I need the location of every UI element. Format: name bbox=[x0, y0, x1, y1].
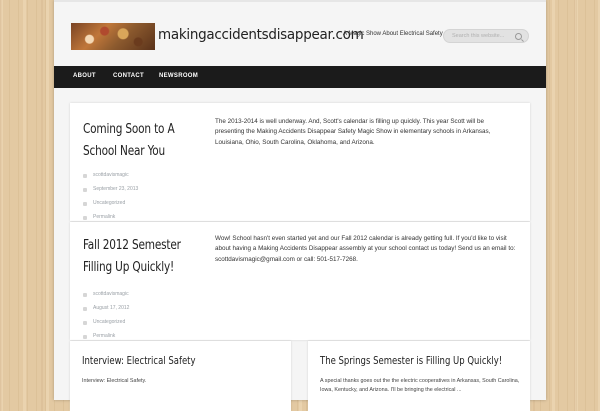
date-link[interactable]: September 23, 2013 bbox=[93, 186, 138, 192]
author-link[interactable]: scottdavismagic bbox=[93, 291, 129, 297]
post-title[interactable]: Interview: Electrical Safety bbox=[82, 355, 196, 367]
calendar-icon bbox=[83, 307, 87, 311]
category-link[interactable]: Uncategorized bbox=[93, 200, 125, 206]
site-header: makingaccidentsdisappear.com A Magic Sho… bbox=[54, 0, 546, 68]
post-title-line[interactable]: Coming Soon to A bbox=[83, 119, 175, 141]
author-link[interactable]: scottdavismagic bbox=[93, 172, 129, 178]
folder-icon bbox=[83, 321, 87, 325]
post-excerpt: The 2013-2014 is well underway. And, Sco… bbox=[215, 118, 491, 146]
link-icon bbox=[83, 335, 87, 339]
category-link[interactable]: Uncategorized bbox=[93, 319, 125, 325]
user-icon bbox=[83, 293, 87, 297]
post-title[interactable]: Coming Soon to A School Near You bbox=[83, 119, 175, 163]
post-excerpt: Wow! School hasn't even started yet and … bbox=[215, 235, 516, 263]
site-tagline: A Magic Show About Electrical Safety bbox=[343, 31, 443, 37]
search-icon[interactable] bbox=[515, 33, 522, 40]
permalink-link[interactable]: Permalink bbox=[93, 333, 115, 339]
post-card: Fall 2012 Semester Filling Up Quickly! s… bbox=[70, 222, 530, 340]
post-card-small: Interview: Electrical Safety Interview: … bbox=[70, 341, 291, 411]
post-card: Coming Soon to A School Near You scottda… bbox=[70, 103, 530, 221]
post-excerpt: A special thanks goes out the the electr… bbox=[320, 378, 520, 393]
link-icon bbox=[83, 216, 87, 220]
date-link[interactable]: August 17, 2012 bbox=[93, 305, 129, 311]
user-icon bbox=[83, 174, 87, 178]
main-nav: ABOUT CONTACT NEWSROOM bbox=[54, 66, 546, 88]
nav-item-newsroom[interactable]: NEWSROOM bbox=[159, 73, 198, 79]
post-title[interactable]: Fall 2012 Semester Filling Up Quickly! bbox=[83, 235, 181, 279]
post-title-line[interactable]: Fall 2012 Semester bbox=[83, 235, 181, 257]
post-excerpt: Interview: Electrical Safety. bbox=[82, 378, 147, 384]
nav-item-contact[interactable]: CONTACT bbox=[113, 73, 144, 79]
search-input[interactable]: Search this website... bbox=[443, 29, 529, 43]
post-title-line[interactable]: Filling Up Quickly! bbox=[83, 257, 181, 279]
site-title[interactable]: makingaccidentsdisappear.com bbox=[158, 27, 364, 43]
logo-image[interactable] bbox=[71, 23, 155, 50]
permalink-link[interactable]: Permalink bbox=[93, 214, 115, 220]
folder-icon bbox=[83, 202, 87, 206]
post-card-small: The Springs Semester is Filling Up Quick… bbox=[308, 341, 530, 411]
post-title[interactable]: The Springs Semester is Filling Up Quick… bbox=[320, 355, 502, 367]
nav-item-about[interactable]: ABOUT bbox=[73, 73, 96, 79]
page-container: makingaccidentsdisappear.com A Magic Sho… bbox=[54, 0, 546, 411]
post-title-line[interactable]: School Near You bbox=[83, 141, 174, 163]
calendar-icon bbox=[83, 188, 87, 192]
search-placeholder: Search this website... bbox=[452, 33, 505, 39]
